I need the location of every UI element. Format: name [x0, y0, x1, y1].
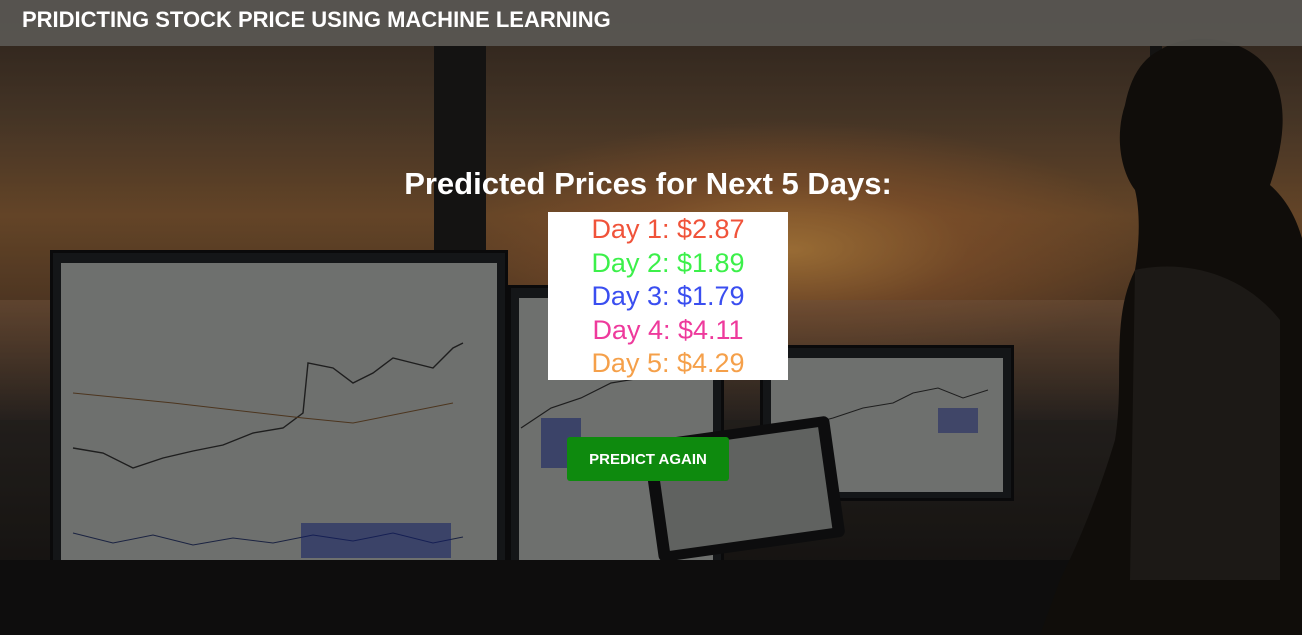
day-4-price: Day 4: $4.11: [592, 314, 744, 345]
day-1-price: Day 1: $2.87: [591, 214, 745, 244]
predicted-prices-box: Day 1: $2.87 Day 2: $1.89 Day 3: $1.79 D…: [548, 212, 788, 380]
day-2-price: Day 2: $1.89: [591, 247, 745, 278]
header-bar: PRIDICTING STOCK PRICE USING MACHINE LEA…: [0, 0, 1302, 46]
page-title: PRIDICTING STOCK PRICE USING MACHINE LEA…: [22, 7, 611, 32]
page: PRIDICTING STOCK PRICE USING MACHINE LEA…: [0, 0, 1302, 635]
day-5-price: Day 5: $4.29: [591, 348, 745, 379]
results-heading: Predicted Prices for Next 5 Days:: [404, 166, 892, 201]
day-3-price: Day 3: $1.79: [591, 281, 745, 312]
predict-again-button[interactable]: PREDICT AGAIN: [567, 437, 729, 481]
